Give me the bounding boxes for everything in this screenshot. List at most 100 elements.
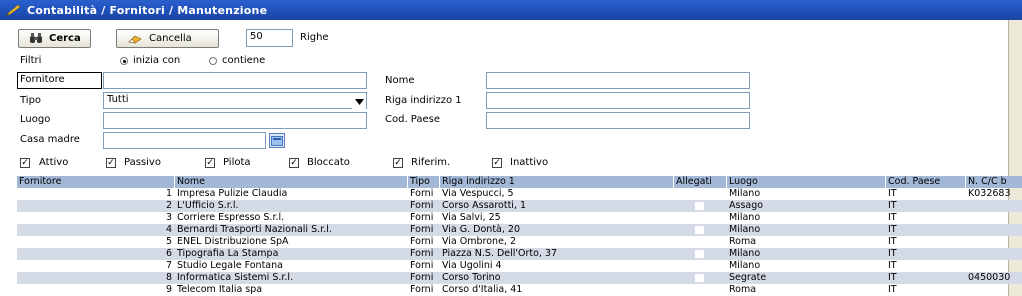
column-header-type[interactable]: Tipo [408,176,440,188]
pilot-checkbox[interactable]: ✓ [205,158,215,168]
supplier-input[interactable] [103,72,367,89]
country-code-input[interactable] [486,112,750,129]
column-header-address[interactable]: Riga indirizzo 1 [440,176,674,188]
attachment-indicator [695,226,704,234]
cell-account: K032683 [968,188,1011,199]
cell-place: Milano [729,260,761,271]
table-row[interactable]: 3 Corriere Espresso S.r.l. Forni Via Salvi,… [17,212,1022,224]
address-input[interactable] [486,92,750,109]
cell-country: IT [888,224,897,235]
cell-address: Via Vespucci, 5 [442,188,514,199]
table-row[interactable]: 2 L'Ufficio S.r.l. Forni Corso Assarotti, 1… [17,200,1022,212]
pilot-checkbox-label: Pilota [223,157,251,168]
cell-name: Informatica Sistemi S.r.l. [177,272,294,283]
place-input[interactable] [103,112,367,129]
cell-account [966,248,1022,260]
attachment-indicator [695,262,704,270]
column-header-place[interactable]: Luogo [727,176,886,188]
cell-place: Segrate [729,272,767,283]
cell-address: Via Ugolini 4 [442,260,502,271]
eraser-icon [127,34,143,44]
rows-count-input[interactable]: 50 [246,29,293,47]
cell-type: Forni [410,212,434,223]
cell-name: L'Ufficio S.r.l. [177,200,239,211]
active-checkbox[interactable]: ✓ [20,158,30,168]
country-code-label: Cod. Paese [385,114,441,125]
attachment-indicator [695,238,704,246]
table-row[interactable]: 1 Impresa Pulizie Claudia Forni Via Vespucc… [17,188,1022,200]
type-label: Tipo [20,95,42,106]
cell-address: Corso Assarotti, 1 [442,200,527,211]
cell-type: Forni [410,188,434,199]
cell-place: Roma [729,284,757,295]
table-row[interactable]: 8 Informatica Sistemi S.r.l. Forni Corso To… [17,272,1022,284]
cell-type: Forni [410,248,434,259]
cell-type: Forni [410,284,434,295]
column-header-account[interactable]: N. C/C b [966,176,1022,188]
cell-type: Forni [410,200,434,211]
filter-contains-radio[interactable] [209,57,217,65]
cell-name: ENEL Distribuzione SpA [177,236,289,247]
cell-place: Roma [729,236,757,247]
cell-row-number: 7 [165,260,172,271]
blocked-checkbox-label: Bloccato [307,157,350,168]
cell-name: Studio Legale Fontana [177,260,283,271]
passive-checkbox[interactable]: ✓ [106,158,116,168]
cell-place: Assago [729,200,764,211]
attachment-indicator [695,250,704,258]
parent-company-label: Casa madre [20,134,80,145]
table-row[interactable]: 5 ENEL Distribuzione SpA Forni Via Ombrone,… [17,236,1022,248]
reference-checkbox[interactable]: ✓ [393,158,403,168]
table-row[interactable]: 6 Tipografia La Stampa Forni Piazza N.S. De… [17,248,1022,260]
column-header-attachments[interactable]: Allegati [674,176,727,188]
cell-country: IT [888,284,897,295]
cell-address: Corso Torino [442,272,501,283]
grid-header: Fornitore Nome Tipo Riga indirizzo 1 All… [17,176,1022,188]
cell-account [966,224,1022,236]
reference-checkbox-label: Riferim. [411,157,451,168]
cell-country: IT [888,212,897,223]
cell-row-number: 6 [165,248,172,259]
name-label: Nome [385,75,415,86]
cell-place: Milano [729,212,761,223]
cell-account [966,200,1022,212]
cell-row-number: 8 [165,272,172,283]
cell-type: Forni [410,272,434,283]
parent-company-input[interactable] [103,132,266,149]
rows-label: Righe [300,32,329,43]
cell-place: Milano [729,248,761,259]
column-header-name[interactable]: Nome [175,176,408,188]
cell-account [966,212,1022,224]
table-row[interactable]: 7 Studio Legale Fontana Forni Via Ugolini 4… [17,260,1022,272]
cell-name: Telecom Italia spa [177,284,263,295]
attachment-indicator [695,214,704,222]
table-row[interactable]: 4 Bernardi Trasporti Nazionali S.r.l. Forn… [17,224,1022,236]
cell-row-number: 5 [165,236,172,247]
cell-account [966,284,1022,296]
attachment-indicator [695,286,704,294]
chevron-down-icon[interactable] [352,94,366,109]
column-header-country[interactable]: Cod. Paese [886,176,966,188]
column-header-supplier[interactable]: Fornitore [17,176,175,188]
attachment-indicator [695,202,704,210]
cancel-button[interactable]: Cancella [116,29,219,48]
cell-country: IT [888,236,897,247]
lookup-icon[interactable] [269,133,285,148]
cell-row-number: 1 [165,188,172,199]
filter-starts-radio[interactable] [120,57,128,65]
cell-type: Forni [410,224,434,235]
table-row[interactable]: 9 Telecom Italia spa Forni Corso d'Italia, … [17,284,1022,296]
title-bar: Contabilità / Fornitori / Manutenzione [0,0,1022,20]
cell-address: Piazza N.S. Dell'Orto, 37 [442,248,558,259]
cell-name: Impresa Pulizie Claudia [177,188,288,199]
filter-contains-label: contiene [222,55,266,66]
inactive-checkbox[interactable]: ✓ [492,158,502,168]
search-button[interactable]: Cerca [18,29,91,48]
cell-type: Forni [410,236,434,247]
cell-country: IT [888,188,897,199]
app-pencil-icon [5,4,21,16]
blocked-checkbox[interactable]: ✓ [289,158,299,168]
type-select[interactable]: Tutti [103,92,367,109]
name-input[interactable] [486,72,750,89]
cell-country: IT [888,200,897,211]
